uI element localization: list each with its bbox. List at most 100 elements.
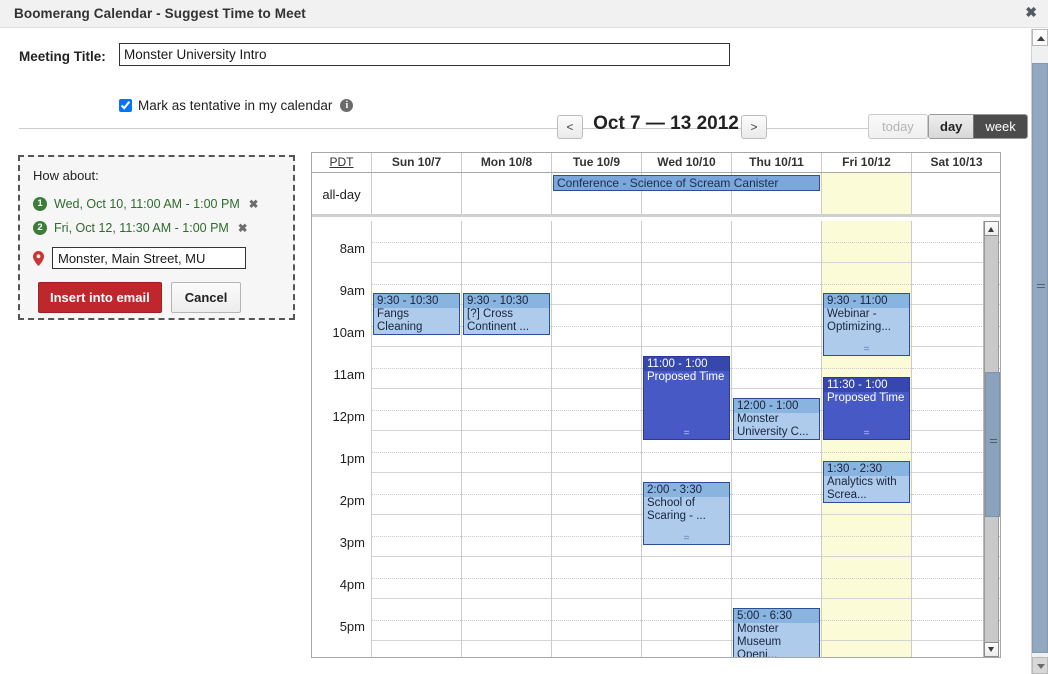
next-week-button[interactable]: > [741,115,767,139]
all-day-event-conference[interactable]: Conference - Science of Scream Canister [553,175,820,191]
page-vertical-scrollbar[interactable] [1031,29,1048,674]
time-slot-cell[interactable] [372,557,462,599]
prev-week-button[interactable]: < [557,115,583,139]
time-slot-cell[interactable] [822,221,912,263]
time-slot-cell[interactable] [462,431,552,473]
page-scroll-down-icon[interactable] [1032,657,1048,674]
time-slot-cell[interactable] [642,557,732,599]
time-slot-cell[interactable] [552,347,642,389]
time-slot-cell[interactable] [642,221,732,263]
time-slot-cell[interactable] [822,515,912,557]
time-slot-cell[interactable] [462,515,552,557]
time-slot-cell[interactable] [372,599,462,641]
time-slot-cell[interactable] [552,389,642,431]
day-header-mon[interactable]: Mon 10/8 [462,153,552,172]
scroll-down-arrow-icon[interactable] [984,642,999,657]
today-button[interactable]: today [868,114,928,139]
half-hour-line [732,536,821,537]
time-slot-cell[interactable] [372,431,462,473]
time-slot-cell[interactable] [552,641,642,657]
day-header-sat[interactable]: Sat 10/13 [912,153,1000,172]
all-day-cell-sat[interactable] [912,173,1000,214]
all-day-cell-fri[interactable] [822,173,912,214]
time-slot-cell[interactable] [462,347,552,389]
time-slot-cell[interactable] [552,431,642,473]
close-icon[interactable]: ✖ [1025,5,1037,19]
calendar-event[interactable]: 5:00 - 6:30Monster Museum Openi...= [733,608,820,657]
time-slot-cell[interactable] [552,263,642,305]
time-slot-cell[interactable] [552,221,642,263]
day-header-sun[interactable]: Sun 10/7 [372,153,462,172]
scrollbar-track[interactable] [984,236,1000,642]
day-header-tue[interactable]: Tue 10/9 [552,153,642,172]
view-day-button[interactable]: day [929,115,974,138]
time-slot-cell[interactable] [732,221,822,263]
calendar-event[interactable]: 9:30 - 11:00 Webinar - Optimizing... = [823,293,910,356]
time-slot-cell[interactable] [822,557,912,599]
scrollbar-thumb[interactable] [985,372,1000,517]
time-slot-cell[interactable] [372,641,462,657]
scroll-up-arrow-icon[interactable] [984,221,999,236]
time-slot-cell[interactable] [372,389,462,431]
time-slot-cell[interactable] [372,473,462,515]
calendar-event[interactable]: 1:30 - 2:30 Analytics with Screa... [823,461,910,503]
time-slot-cell[interactable] [822,641,912,657]
time-slot-cell[interactable] [642,641,732,657]
cancel-button[interactable]: Cancel [170,282,242,313]
time-slot-cell[interactable] [552,515,642,557]
time-slot-cell[interactable] [372,515,462,557]
time-slot-cell[interactable] [462,221,552,263]
how-about-heading: How about: [33,168,99,183]
time-slot-cell[interactable] [372,221,462,263]
time-slot-cell[interactable] [462,599,552,641]
page-scrollbar-thumb[interactable] [1032,63,1048,653]
event-resize-handle[interactable]: = [644,429,729,439]
day-header-thu[interactable]: Thu 10/11 [732,153,822,172]
time-slot-cell[interactable] [462,473,552,515]
calendar-vertical-scrollbar[interactable] [983,221,1000,657]
time-slot-cell[interactable] [552,305,642,347]
calendar-event[interactable]: 12:00 - 1:00 Monster University C... [733,398,820,440]
mark-tentative-checkbox[interactable] [119,99,132,112]
proposed-time-event[interactable]: 11:00 - 1:00 Proposed Time = [643,356,730,440]
time-slot-cell[interactable] [732,473,822,515]
time-slot-cell[interactable] [822,599,912,641]
timezone-label[interactable]: PDT [312,153,372,172]
time-slot-cell[interactable] [642,599,732,641]
all-day-cell-sun[interactable] [372,173,462,214]
half-hour-line [552,368,641,369]
half-hour-line [372,242,461,243]
calendar-event[interactable]: 2:00 - 3:30 School of Scaring - ... = [643,482,730,545]
time-slot-cell[interactable] [642,305,732,347]
time-slot-cell[interactable] [732,557,822,599]
all-day-cell-mon[interactable] [462,173,552,214]
view-week-button[interactable]: week [973,115,1027,138]
time-slot-cell[interactable] [732,347,822,389]
time-slot-cell[interactable] [552,599,642,641]
time-slot-cell[interactable] [462,557,552,599]
day-header-fri[interactable]: Fri 10/12 [822,153,912,172]
event-resize-handle[interactable]: = [644,534,729,544]
calendar-event[interactable]: 9:30 - 10:30 Fangs Cleaning [373,293,460,335]
time-slot-cell[interactable] [552,557,642,599]
page-scrollbar-track[interactable] [1032,46,1048,657]
event-resize-handle[interactable]: = [824,429,909,439]
time-slot-cell[interactable] [372,347,462,389]
day-header-wed[interactable]: Wed 10/10 [642,153,732,172]
time-slot-cell[interactable] [732,305,822,347]
time-slot-cell[interactable] [732,515,822,557]
location-input[interactable] [52,247,246,269]
page-scroll-up-icon[interactable] [1032,29,1048,46]
time-slot-cell[interactable] [462,641,552,657]
insert-into-email-button[interactable]: Insert into email [38,282,162,313]
calendar-event[interactable]: 9:30 - 10:30 [?] Cross Continent ... [463,293,550,335]
time-slot-cell[interactable] [642,263,732,305]
time-slot-cell[interactable] [552,473,642,515]
meeting-title-input[interactable] [119,43,730,66]
event-resize-handle[interactable]: = [824,345,909,355]
proposed-time-event[interactable]: 11:30 - 1:00 Proposed Time = [823,377,910,440]
time-slot-cell[interactable] [732,263,822,305]
remove-suggestion-icon[interactable]: ✖ [238,221,248,235]
time-slot-cell[interactable] [462,389,552,431]
remove-suggestion-icon[interactable]: ✖ [249,197,259,211]
